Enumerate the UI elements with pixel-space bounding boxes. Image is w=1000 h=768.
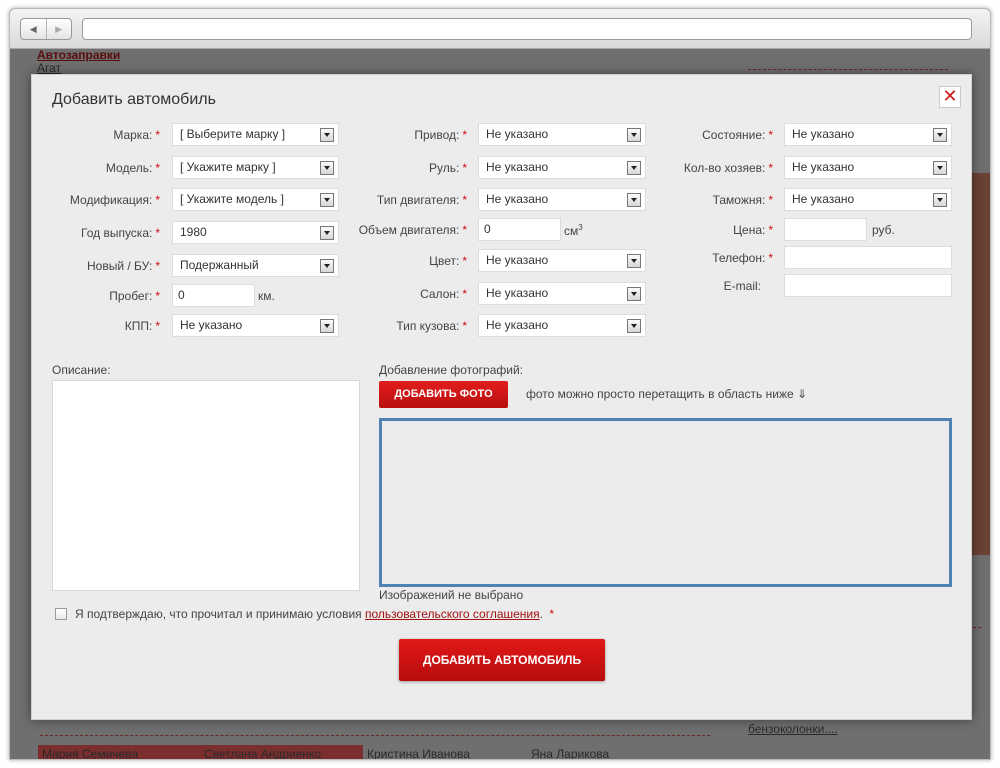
engine-volume-input[interactable]: 0 [478, 218, 561, 241]
label-color: Цвет: * [429, 254, 467, 268]
year-select[interactable]: 1980 [172, 221, 339, 244]
price-unit: руб. [872, 223, 895, 237]
bg-news-link[interactable]: бензоколонки.... [748, 722, 838, 736]
chevron-down-icon [627, 128, 641, 142]
label-steering: Руль: * [429, 161, 467, 175]
state-select[interactable]: Не указано [784, 123, 952, 146]
bg-person[interactable]: Светлана Андриенко [204, 747, 321, 759]
chevron-down-icon [627, 287, 641, 301]
label-engine-type: Тип двигателя: * [376, 193, 467, 207]
chevron-down-icon [933, 193, 947, 207]
label-engine-volume: Объем двигателя: * [358, 223, 467, 237]
label-brand: Марка: * [113, 128, 160, 142]
bg-right-banner [972, 173, 990, 555]
chevron-down-icon [320, 193, 334, 207]
email-input[interactable] [784, 274, 952, 297]
bg-link-autostations[interactable]: Автозаправки [37, 48, 120, 62]
close-icon[interactable]: ✕ [939, 86, 961, 108]
color-select[interactable]: Не указано [478, 249, 646, 272]
bg-link-agat[interactable]: Агат [37, 61, 61, 75]
label-transmission: КПП: * [124, 319, 160, 333]
new-used-select[interactable]: Подержанный [172, 254, 339, 277]
agreement-text: Я подтверждаю, что прочитал и принимаю у… [75, 607, 554, 621]
brand-select[interactable]: [ Выберите марку ] [172, 123, 339, 146]
nav-buttons: ◀ ▶ [20, 18, 72, 40]
label-condition-new-used: Новый / БУ: * [86, 259, 160, 273]
modification-select[interactable]: [ Укажите модель ] [172, 188, 339, 211]
label-interior: Салон: * [420, 287, 467, 301]
chevron-down-icon [320, 128, 334, 142]
label-phone: Телефон: * [712, 251, 773, 265]
engine-volume-unit: см3 [564, 223, 583, 238]
description-textarea[interactable] [52, 380, 360, 591]
chevron-down-icon [627, 254, 641, 268]
transmission-select[interactable]: Не указано [172, 314, 339, 337]
label-mileage: Пробег: * [109, 289, 160, 303]
chevron-down-icon [627, 319, 641, 333]
bg-person[interactable]: Мария Семичева [42, 747, 138, 759]
mileage-unit: км. [258, 289, 275, 303]
label-description: Описание: [52, 363, 111, 377]
label-photos: Добавление фотографий: [379, 363, 523, 377]
forward-icon[interactable]: ▶ [45, 19, 72, 39]
bg-divider [40, 735, 710, 736]
photo-drop-hint: фото можно просто перетащить в область н… [526, 387, 808, 401]
engine-type-select[interactable]: Не указано [478, 188, 646, 211]
customs-select[interactable]: Не указано [784, 188, 952, 211]
label-body-type: Тип кузова: * [396, 319, 467, 333]
bg-divider [748, 69, 948, 70]
chevron-down-icon [320, 259, 334, 273]
chevron-down-icon [627, 161, 641, 175]
back-icon[interactable]: ◀ [21, 19, 46, 39]
label-drive: Привод: * [414, 128, 467, 142]
mileage-input[interactable]: 0 [172, 284, 255, 307]
chevron-down-icon [627, 193, 641, 207]
label-modification: Модификация: * [69, 193, 160, 207]
modal-title: Добавить автомобиль [52, 91, 216, 108]
add-photo-button[interactable]: ДОБАВИТЬ ФОТО [379, 381, 508, 408]
bg-person[interactable]: Кристина Иванова [367, 747, 470, 759]
photo-dropzone[interactable] [379, 418, 952, 587]
label-state: Состояние: * [702, 128, 773, 142]
price-input[interactable] [784, 218, 867, 241]
label-year: Год выпуска: * [81, 226, 160, 240]
agreement-checkbox[interactable] [55, 608, 67, 620]
drive-select[interactable]: Не указано [478, 123, 646, 146]
add-car-submit-button[interactable]: ДОБАВИТЬ АВТОМОБИЛЬ [399, 639, 605, 681]
bg-person[interactable]: Яна Ларикова [531, 747, 609, 759]
phone-input[interactable] [784, 246, 952, 269]
label-email: E-mail: [723, 279, 761, 293]
interior-select[interactable]: Не указано [478, 282, 646, 305]
model-select[interactable]: [ Укажите марку ] [172, 156, 339, 179]
add-car-modal: Добавить автомобиль ✕ Марка: * [ Выберите… [31, 74, 972, 720]
label-price: Цена: * [733, 223, 773, 237]
label-customs: Таможня: * [712, 193, 773, 207]
user-agreement-link[interactable]: пользовательского соглашения [365, 607, 540, 621]
label-owners-count: Кол-во хозяев: * [683, 161, 773, 175]
browser-toolbar: ◀ ▶ [10, 9, 990, 49]
chevron-down-icon [320, 161, 334, 175]
steering-select[interactable]: Не указано [478, 156, 646, 179]
body-type-select[interactable]: Не указано [478, 314, 646, 337]
chevron-down-icon [933, 161, 947, 175]
chevron-down-icon [320, 319, 334, 333]
chevron-down-icon [933, 128, 947, 142]
owners-count-select[interactable]: Не указано [784, 156, 952, 179]
photo-status: Изображений не выбрано [379, 588, 524, 602]
label-model: Модель: * [105, 161, 160, 175]
address-bar[interactable] [82, 18, 972, 40]
chevron-down-icon [320, 226, 334, 240]
